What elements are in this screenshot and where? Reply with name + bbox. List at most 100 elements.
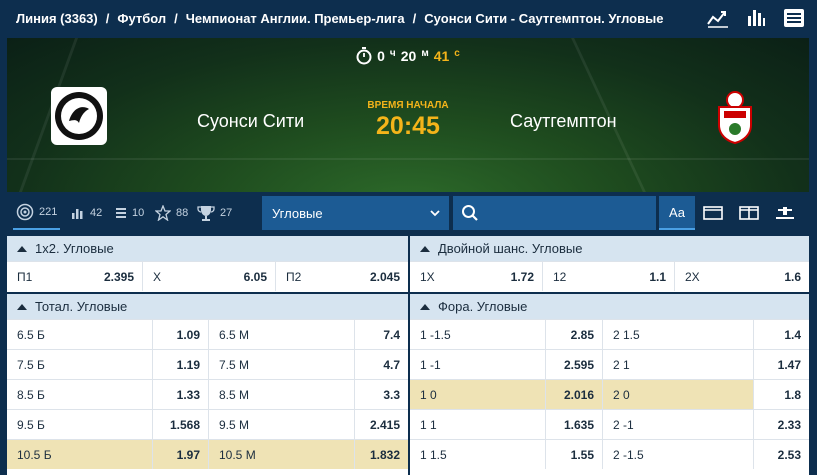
filter-count: 42 (90, 207, 103, 219)
odds-button[interactable]: 2.595 (545, 350, 602, 379)
outcome-label: 10.5 Б (7, 440, 152, 469)
odds-button[interactable]: 2.85 (545, 320, 602, 349)
market-header[interactable]: Фора. Угловые (410, 294, 809, 319)
odds-button[interactable]: 1.568 (152, 410, 208, 439)
odds-button[interactable]: 1.33 (152, 380, 208, 409)
market-row: 10.5 Б 1.97 10.5 М 1.832 (7, 439, 408, 469)
text-size-button[interactable]: Aa (659, 196, 695, 230)
text-size-label: Aa (669, 204, 685, 220)
stopwatch-icon (356, 47, 372, 65)
odds-button[interactable]: 1.09 (152, 320, 208, 349)
search-icon (462, 205, 478, 221)
timer-hours: 0 (377, 48, 385, 64)
countdown-timer: 0 ч 20 м 41 с (7, 46, 809, 66)
outcome-label: 7.5 М (208, 350, 354, 379)
outcome-label: 6.5 М (208, 320, 354, 349)
timer-seconds: 41 (433, 48, 450, 64)
market-row: 1 0 2.016 2 0 1.8 (410, 379, 809, 409)
breadcrumb-line[interactable]: Линия (3363) (16, 11, 98, 26)
outcome-label: 10.5 М (208, 440, 354, 469)
odds-button[interactable]: 2.53 (753, 440, 809, 469)
outcome-label: 7.5 Б (17, 357, 45, 372)
filter-tab-stats[interactable]: 42 (71, 196, 102, 230)
view-compact-button[interactable] (767, 196, 803, 230)
outcome-label: Х (142, 262, 211, 291)
chevron-down-icon (430, 210, 440, 217)
odds-button[interactable]: 1.832 (354, 440, 408, 469)
search-input[interactable] (453, 196, 656, 230)
odds-button[interactable]: 1.635 (545, 410, 602, 439)
breadcrumb-separator: / (174, 10, 178, 26)
outcome-label: 9.5 Б (17, 417, 45, 432)
filter-count: 221 (39, 206, 58, 218)
filter-tab-favorites[interactable]: 88 (155, 196, 188, 230)
odds-button[interactable]: 6.05 (211, 262, 275, 291)
single-column-icon (703, 206, 723, 220)
market-title: Фора. Угловые (438, 299, 528, 314)
breadcrumb-football[interactable]: Футбол (117, 11, 166, 26)
breadcrumb-current: Сyонси Сити - Саутгемптон. Угловые (424, 10, 664, 26)
breadcrumb-separator: / (412, 10, 417, 26)
odds-button[interactable]: 2.395 (80, 262, 142, 291)
filter-tab-trophy[interactable]: 27 (197, 196, 232, 230)
breadcrumb: Линия (3363) / Футбол / Чемпионат Англии… (0, 11, 663, 26)
view-single-column-button[interactable] (695, 196, 731, 230)
market-group-value: Угловые (272, 205, 323, 221)
market-group-dropdown[interactable]: Угловые (262, 196, 449, 230)
market-header[interactable]: Двойной шанс. Угловые (410, 236, 809, 261)
outcome-label: 2 0 (602, 380, 753, 409)
odds-button[interactable]: 2.045 (342, 262, 408, 291)
home-team-logo (51, 87, 107, 145)
market-row: П1 2.395 Х 6.05 П2 2.045 (7, 261, 408, 291)
odds-button[interactable]: 2.016 (545, 380, 602, 409)
odds-button[interactable]: 1.47 (753, 350, 809, 379)
odds-button[interactable]: 7.4 (354, 320, 408, 349)
filter-tab-rank[interactable]: 10 (115, 196, 144, 230)
target-icon (16, 203, 34, 221)
outcome-label: 1 -1 (420, 357, 441, 372)
odds-button[interactable]: 1.55 (545, 440, 602, 469)
odds-button[interactable]: 1.8 (753, 380, 809, 409)
rank-icon (116, 208, 126, 218)
market-row: 1 1 1.635 2 -1 2.33 (410, 409, 809, 439)
odds-button[interactable]: 2.33 (753, 410, 809, 439)
compact-view-icon (776, 207, 794, 219)
outcome-label: 2Х (674, 262, 754, 291)
odds-button[interactable]: 1.97 (152, 440, 208, 469)
view-two-column-button[interactable] (731, 196, 767, 230)
market-title: 1х2. Угловые (35, 241, 114, 256)
odds-button[interactable]: 4.7 (354, 350, 408, 379)
outcome-label: 1Х (420, 269, 435, 284)
odds-button[interactable]: 1.72 (485, 262, 542, 291)
outcome-label: 8.5 М (208, 380, 354, 409)
filter-count: 10 (132, 207, 145, 219)
list-chart-icon (72, 209, 83, 219)
market-total: Тотал. Угловые 6.5 Б 1.09 6.5 М 7.4 7.5 Б 1.1… (7, 294, 408, 475)
timer-seconds-unit: с (454, 47, 460, 59)
timer-minutes: 20 (400, 48, 417, 64)
match-banner: 0 ч 20 м 41 с Суонси Сити ВРЕМЯ НАЧАЛА 2… (7, 38, 809, 192)
odds-button[interactable]: 1.1 (620, 262, 674, 291)
odds-button[interactable]: 3.3 (354, 380, 408, 409)
stats-trend-icon[interactable] (707, 7, 729, 29)
outcome-label: 1 -1.5 (420, 327, 451, 342)
market-header[interactable]: Тотал. Угловые (7, 294, 408, 319)
outcome-label: П1 (17, 269, 33, 284)
menu-icon[interactable] (783, 7, 805, 29)
outcome-label: 1 0 (410, 380, 545, 409)
market-double-chance: Двойной шанс. Угловые 1Х 1.72 12 1.1 2Х … (410, 236, 809, 292)
outcome-label: 12 (542, 262, 620, 291)
odds-button[interactable]: 2.415 (354, 410, 408, 439)
market-header[interactable]: 1х2. Угловые (7, 236, 408, 261)
breadcrumb-league[interactable]: Чемпионат Англии. Премьер-лига (186, 11, 405, 26)
market-title: Тотал. Угловые (35, 299, 128, 314)
odds-button[interactable]: 1.6 (754, 262, 809, 291)
odds-button[interactable]: 1.19 (152, 350, 208, 379)
timer-minutes-unit: м (421, 47, 429, 59)
filter-tab-all[interactable]: 221 (13, 196, 61, 230)
odds-button[interactable]: 1.4 (753, 320, 809, 349)
market-row: 1 -1 2.595 2 1 1.47 (410, 349, 809, 379)
star-icon (155, 205, 171, 221)
bar-chart-icon[interactable] (745, 7, 767, 29)
collapse-icon (17, 303, 27, 310)
